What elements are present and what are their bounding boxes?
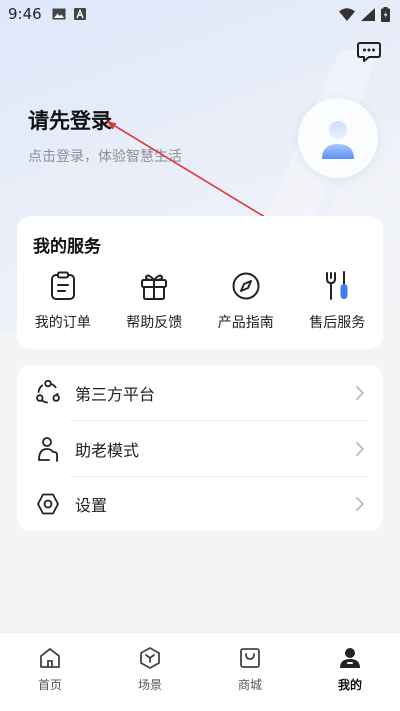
tab-mine[interactable]: 我的 (300, 633, 400, 711)
menu-item-third-party[interactable]: 第三方平台 (17, 365, 383, 420)
tab-home[interactable]: 首页 (0, 633, 100, 711)
battery-icon (381, 6, 390, 22)
scene-cube-icon (140, 647, 160, 669)
login-prompt-subtitle[interactable]: 点击登录，体验智慧生活 (28, 146, 182, 166)
tab-label: 场景 (137, 678, 162, 692)
service-label: 售后服务 (309, 315, 366, 331)
gallery-notification-icon (52, 8, 66, 20)
message-button[interactable] (356, 40, 382, 64)
chat-bubble-icon (357, 42, 381, 62)
service-after-sales[interactable]: 售后服务 (292, 270, 384, 332)
service-label: 帮助反馈 (126, 315, 183, 331)
settings-menu-card: 第三方平台 助老模式 设置 (17, 365, 383, 531)
my-services-card: 我的服务 我的订单 帮助反馈 产品指南 售后服务 (17, 216, 383, 349)
gift-icon (141, 274, 168, 300)
bottom-tab-bar: 首页 场景 商城 我的 (0, 632, 400, 711)
status-time: 9:46 (8, 5, 42, 23)
menu-item-label: 助老模式 (75, 440, 140, 460)
service-product-guide[interactable]: 产品指南 (200, 270, 292, 332)
home-icon (40, 648, 60, 668)
login-prompt-title[interactable]: 请先登录 (28, 105, 112, 135)
menu-item-label: 第三方平台 (75, 384, 156, 404)
tab-label: 我的 (337, 678, 362, 692)
wifi-icon (339, 7, 355, 21)
app-notification-icon (73, 8, 86, 20)
chevron-right-icon (356, 441, 364, 456)
tools-icon (326, 271, 348, 300)
status-bar: 9:46 (0, 0, 400, 28)
chevron-right-icon (356, 496, 364, 511)
tab-label: 首页 (37, 678, 62, 692)
elder-icon (38, 436, 58, 462)
chevron-right-icon (356, 385, 364, 400)
service-help-feedback[interactable]: 帮助反馈 (109, 270, 201, 332)
tab-label: 商城 (237, 678, 262, 692)
service-label: 我的订单 (34, 315, 91, 331)
service-my-orders[interactable]: 我的订单 (17, 270, 109, 332)
compass-icon (232, 272, 260, 300)
menu-item-elder-mode[interactable]: 助老模式 (17, 421, 383, 476)
menu-item-settings[interactable]: 设置 (17, 476, 383, 531)
settings-hex-icon (37, 493, 59, 514)
network-icon (36, 379, 60, 403)
tab-mall[interactable]: 商城 (200, 633, 300, 711)
signal-icon (361, 7, 375, 21)
menu-item-label: 设置 (75, 495, 108, 515)
shopping-bag-icon (240, 648, 260, 668)
clipboard-icon (50, 271, 75, 300)
user-icon (340, 648, 360, 668)
avatar[interactable] (298, 98, 378, 178)
default-avatar-icon (322, 121, 354, 159)
services-title: 我的服务 (33, 237, 101, 257)
service-label: 产品指南 (217, 315, 274, 331)
tab-scene[interactable]: 场景 (100, 633, 200, 711)
